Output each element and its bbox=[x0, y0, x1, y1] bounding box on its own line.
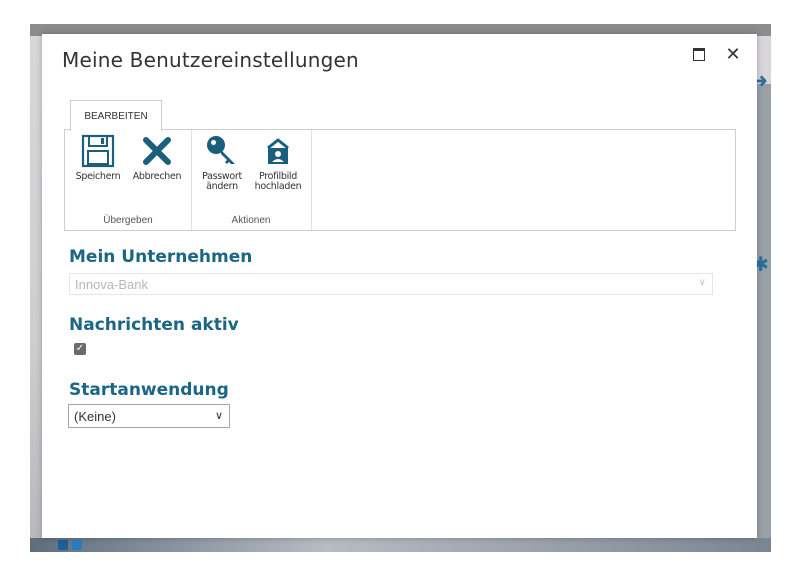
maximize-icon bbox=[693, 47, 705, 61]
background-footer-icon bbox=[58, 540, 68, 550]
save-button[interactable]: Speichern bbox=[69, 134, 127, 182]
chevron-down-icon: ∨ bbox=[214, 410, 223, 422]
settings-dialog: Meine Benutzereinstellungen ✕ BEARBEITEN… bbox=[42, 34, 757, 538]
company-label: Mein Unternehmen bbox=[69, 247, 253, 267]
notifications-checkbox[interactable]: ✓ bbox=[74, 343, 86, 355]
start-app-label: Startanwendung bbox=[69, 380, 229, 400]
company-value: Innova-Bank bbox=[75, 277, 148, 292]
dialog-title: Meine Benutzereinstellungen bbox=[62, 48, 359, 72]
start-app-select[interactable]: (Keine) ∨ bbox=[68, 404, 230, 428]
chevron-down-icon: ∨ bbox=[698, 277, 706, 288]
save-icon bbox=[81, 134, 115, 168]
save-label: Speichern bbox=[75, 171, 121, 182]
company-select: Innova-Bank ∨ bbox=[69, 273, 713, 295]
close-button[interactable]: ✕ bbox=[723, 44, 743, 64]
upload-profile-picture-button[interactable]: Profilbild hochladen bbox=[249, 134, 307, 192]
notifications-label: Nachrichten aktiv bbox=[69, 315, 239, 335]
background-footer-strip bbox=[30, 538, 771, 552]
upload-profile-label-line2: hochladen bbox=[254, 181, 302, 192]
cancel-button[interactable]: Abbrechen bbox=[128, 134, 186, 182]
cancel-x-icon bbox=[143, 137, 171, 165]
change-password-button[interactable]: Passwort ändern bbox=[193, 134, 251, 192]
upload-profile-icon bbox=[267, 138, 289, 164]
group-label-aktionen: Aktionen bbox=[231, 215, 271, 226]
change-password-label-line2: ändern bbox=[206, 181, 238, 192]
close-icon: ✕ bbox=[725, 44, 741, 64]
key-icon bbox=[207, 136, 235, 164]
checkmark-icon: ✓ bbox=[75, 343, 85, 354]
upload-profile-label: Profilbild hochladen bbox=[249, 172, 307, 192]
ribbon-group-aktionen: Passwort ändern Profilbild hochladen Akt… bbox=[191, 130, 312, 230]
cancel-label: Abbrechen bbox=[132, 171, 182, 182]
ribbon-group-uebergeben: Speichern Abbrechen Übergeben bbox=[65, 130, 192, 230]
tab-bearbeiten[interactable]: BEARBEITEN bbox=[70, 100, 162, 131]
background-side-panel bbox=[757, 84, 771, 544]
group-label-uebergeben: Übergeben bbox=[103, 215, 153, 226]
change-password-label: Passwort ändern bbox=[193, 172, 251, 192]
start-app-value: (Keine) bbox=[74, 409, 116, 424]
ribbon: Speichern Abbrechen Übergeben Passwort ä… bbox=[64, 129, 736, 231]
background-footer-icon bbox=[72, 540, 82, 550]
maximize-button[interactable] bbox=[689, 44, 709, 64]
